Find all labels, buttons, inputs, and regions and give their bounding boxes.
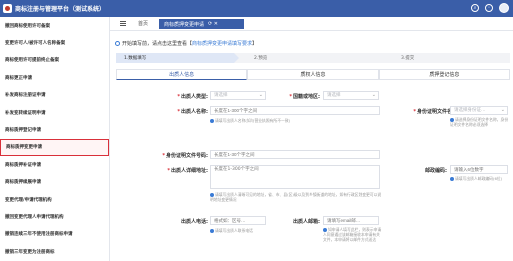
email-hint: 如申请人填写此栏，则表示申请人同意通过该邮箱接收本申请有关文件，本申请将以邮件方… [323, 227, 382, 242]
sidebar-item-reissue-proof[interactable]: 补发变转续证明申请 [0, 104, 109, 121]
requirements-link[interactable]: 商标质押变更申请填写要求 [192, 41, 252, 47]
sidebar-item-pledge-change[interactable]: 商标质押变更申请 [0, 138, 109, 157]
email-input[interactable] [323, 216, 379, 225]
sidebar-item-pledge-renewal[interactable]: 商标质押续展申请 [0, 174, 109, 191]
sidebar-item-revoke-license[interactable]: 撤回商标使用许可备案 [0, 17, 109, 34]
app-logo [3, 4, 12, 13]
pledgor-type-select[interactable]: 请选择 [210, 91, 266, 100]
phone-hint: 请填写出质人联系电话 [210, 228, 270, 233]
fill-notice: 开始填写前，请点击这里查看【商标质押变更申请填写要求】 [115, 40, 257, 47]
pledgor-name-label: *出质人名称: [177, 109, 208, 115]
step-data-entry: 1.数据填写 [116, 53, 239, 63]
id-doc-number-input[interactable] [210, 150, 380, 159]
tab-pledgee-info[interactable]: 质权人信息 [247, 69, 379, 80]
email-label: 出质人邮箱: [292, 219, 320, 225]
notice-prefix: 开始填写前，请点击这里查看【 [122, 41, 193, 47]
sidebar-item-pledge-reissue[interactable]: 商标质押补证申请 [0, 156, 109, 173]
sidebar-item-revoke-nonuse[interactable]: 撤销连续三年不使用注册商标申请 [0, 226, 109, 243]
info-icon [115, 41, 120, 46]
sidebar-item-pledge-registration[interactable]: 商标质押登记申请 [0, 121, 109, 138]
sidebar-item-change-agency[interactable]: 变更代理/申请代理机构 [0, 191, 109, 208]
main-content: 开始填写前，请点击这里查看【商标质押变更申请填写要求】 1.数据填写 2.预览 … [110, 31, 513, 261]
postcode-label: 邮政编码: [425, 168, 447, 174]
tab-label: 商标质押变更申请 [164, 21, 205, 28]
pledgor-type-label: *出质人类型: [177, 94, 208, 100]
tab-pledge-registration-info[interactable]: 质押登记信息 [378, 69, 510, 80]
address-label: *出质人详细地址: [167, 168, 208, 174]
sidebar: 撤回商标使用许可备案 变更许可人/被许可人名称备案 商标使用许可提前终止备案 商… [0, 17, 110, 261]
header-actions: ⌕ ◦ [471, 3, 509, 13]
hint-icon [210, 192, 214, 197]
id-doc-number-label: *身份证明文件号码: [162, 153, 208, 159]
tab-pledgor-info[interactable]: 出质人信息 [116, 69, 248, 80]
sidebar-item-revoke-three-years[interactable]: 撤销三年变更为注册商标 [0, 243, 109, 260]
menu-toggle-icon[interactable] [120, 21, 126, 26]
info-tabs: 出质人信息 质权人信息 质押登记信息 [116, 69, 510, 80]
sidebar-item-reissue-certificate[interactable]: 补发商标注册证申请 [0, 87, 109, 104]
notice-suffix: 】 [252, 41, 258, 47]
hint-icon [450, 117, 454, 122]
country-select[interactable]: 请选择 [323, 91, 379, 100]
notification-icon[interactable]: ◦ [485, 4, 493, 12]
hint-icon [210, 228, 214, 233]
sidebar-item-withdraw-agency-change[interactable]: 撤回变更代理人申请代理机构 [0, 208, 109, 225]
country-label: *国籍或地区: [289, 94, 320, 100]
tab-refresh-close-icon[interactable]: ⟳ ✕ [208, 21, 218, 27]
app-title: 商标注册与管理平台（测试系统） [15, 6, 106, 13]
search-icon[interactable]: ⌕ [471, 4, 479, 12]
tab-pledge-change[interactable]: 商标质押变更申请 ⟳ ✕ [159, 19, 244, 29]
user-avatar[interactable] [499, 3, 509, 13]
tab-bar: 首页 商标质押变更申请 ⟳ ✕ [110, 17, 513, 31]
step-preview: 2.预览 [254, 56, 268, 61]
pledgor-name-hint: 请填写出质人名称(如与营业执照有所不一致) [210, 118, 385, 123]
pledgor-name-input[interactable] [210, 106, 380, 115]
sidebar-item-change-licensor-name[interactable]: 变更许可人/被许可人名称备案 [0, 34, 109, 51]
sidebar-item-correction[interactable]: 商标更正申请 [0, 69, 109, 86]
top-header: 商标注册与管理平台（测试系统） ⌕ ◦ [0, 0, 513, 17]
address-hint: 请填写出质人清晰可见的地址，省、市、县(区)级以及到乡镇街道的地址，如有行政区划… [210, 192, 382, 202]
progress-steps: 1.数据填写 2.预览 3.提交 [116, 53, 510, 63]
postcode-input[interactable] [450, 165, 508, 174]
hint-icon [450, 176, 454, 181]
id-doc-name-select[interactable]: 请选择身份证… [450, 106, 508, 115]
sidebar-item-license-early-termination[interactable]: 商标使用许可提前终止备案 [0, 52, 109, 69]
tab-home[interactable]: 首页 [138, 20, 148, 27]
phone-input[interactable] [210, 216, 266, 225]
id-doc-name-hint: 请选择身份证明文件名称，身份证明文件名称必须选择 [450, 117, 509, 127]
phone-label: 出质人电话: [180, 219, 208, 225]
hint-icon [323, 227, 327, 232]
hint-icon [210, 118, 214, 123]
step-submit: 3.提交 [401, 56, 415, 61]
address-textarea[interactable] [210, 165, 380, 189]
postcode-hint: 请填写出质人邮政编码(6位) [450, 176, 510, 181]
